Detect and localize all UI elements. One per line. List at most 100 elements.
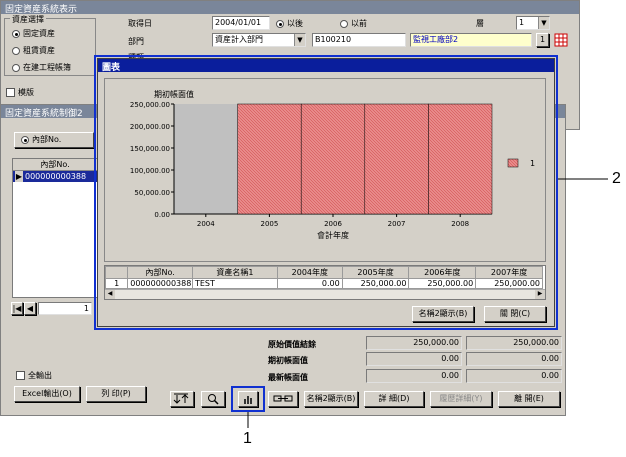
search-button[interactable] <box>201 391 225 407</box>
asset-option-construction[interactable]: 在建工程帳簿 <box>12 62 71 73</box>
search-icon <box>208 393 219 405</box>
x-tick-label: 2007 <box>388 220 406 228</box>
scroll-right-icon[interactable]: ▶ <box>535 290 545 299</box>
chart-data-table-frame: 內部No. 資產名稱1 2004年度 2005年度 2006年度 2007年度 … <box>104 265 546 300</box>
link-button[interactable] <box>268 391 298 407</box>
legend-label: 1 <box>530 159 535 168</box>
table-cell: 000000000388 <box>127 278 193 289</box>
y-tick-label: 50,000.00 <box>134 189 170 197</box>
x-tick-label: 2004 <box>197 220 215 228</box>
radio-fixed[interactable] <box>12 29 20 38</box>
radio-construction[interactable] <box>12 63 20 72</box>
sort-icon <box>173 393 189 404</box>
table-header: 2007年度 <box>475 266 543 279</box>
chart-close-button[interactable]: 關 閉(C) <box>484 306 546 322</box>
callout-label-one: 1 <box>243 430 252 447</box>
table-header: 2005年度 <box>341 266 410 279</box>
asset-option-lease[interactable]: 租賃資産 <box>12 45 55 56</box>
bar-chart: 期初帳面值 0.00 50,000.00 100,000.00 150,000.00 20… <box>130 89 535 240</box>
bar <box>364 103 429 215</box>
chart-window-title: 圖表 <box>98 59 554 73</box>
chart-name2-button[interactable]: 名稱2顯示(B) <box>412 306 474 322</box>
acq-date-label: 取得日 <box>128 19 152 28</box>
y-tick-label: 250,000.00 <box>130 101 170 109</box>
link-icon <box>273 395 293 401</box>
list-item[interactable]: ▶ 000000000388 <box>13 171 97 182</box>
detail-button[interactable]: 詳 細(D) <box>364 391 424 407</box>
main-window-title: 固定資産系統表示 <box>1 1 579 15</box>
x-axis-label: 會計年度 <box>317 230 349 240</box>
table-cell: 250,000.00 <box>475 278 543 289</box>
x-tick-label: 2006 <box>324 220 342 228</box>
acq-after-option[interactable]: 以後 <box>276 18 303 29</box>
layer-label: 層 <box>476 19 484 28</box>
chevron-down-icon[interactable]: ▼ <box>538 17 549 29</box>
y-tick-label: 200,000.00 <box>130 123 170 131</box>
legend-swatch <box>507 158 519 168</box>
chart-title: 期初帳面值 <box>154 89 194 99</box>
table-header: 內部No. <box>127 266 193 279</box>
prev-page-button[interactable]: ◀ <box>24 302 36 315</box>
radio-lease[interactable] <box>12 46 20 55</box>
first-page-button[interactable]: |◀ <box>11 302 23 315</box>
table-scrollbar[interactable]: ◀ ▶ <box>105 289 545 299</box>
asset-option-fixed[interactable]: 固定資産 <box>12 28 55 39</box>
history-detail-button[interactable]: 履歷詳細(Y) <box>430 391 492 407</box>
table-cell: 1 <box>105 278 129 289</box>
layer-select[interactable]: 1 ▼ <box>516 16 550 30</box>
bar <box>428 103 493 215</box>
table-cell: 250,000.00 <box>408 278 477 289</box>
summary-value: 0.00 <box>366 369 462 383</box>
all-output-checkbox[interactable]: 全輸出 <box>16 370 52 381</box>
acq-date-field[interactable]: 2004/01/01 <box>212 16 270 30</box>
summary-value: 0.00 <box>466 352 562 366</box>
dept-page-button[interactable]: 1 <box>536 33 549 47</box>
excel-output-button[interactable]: Excel輸出(O) <box>14 386 80 402</box>
sort-button[interactable] <box>170 391 194 407</box>
scroll-left-icon[interactable]: ◀ <box>105 290 115 299</box>
table-header <box>105 266 129 279</box>
table-header-row: 內部No. 資產名稱1 2004年度 2005年度 2006年度 2007年度 <box>105 266 543 279</box>
template-checkbox[interactable]: 模版 <box>6 87 34 98</box>
chart-icon <box>244 395 252 404</box>
y-tick-label: 0.00 <box>154 211 170 219</box>
table-header: 資產名稱1 <box>191 266 278 279</box>
x-tick-label: 2008 <box>451 220 469 228</box>
summary-value: 0.00 <box>466 369 562 383</box>
table-row[interactable]: 1 000000000388 TEST 0.00 250,000.00 250,… <box>105 278 543 289</box>
internal-no-radio[interactable]: 內部No. <box>14 132 94 148</box>
table-header: 2006年度 <box>408 266 477 279</box>
grid-icon[interactable] <box>554 33 568 47</box>
table-cell: TEST <box>191 278 278 289</box>
row-pointer-icon: ▶ <box>15 171 23 182</box>
acq-before-option[interactable]: 以前 <box>340 18 367 29</box>
chevron-down-icon[interactable]: ▼ <box>294 34 305 46</box>
y-tick-label: 100,000.00 <box>130 167 170 175</box>
callout-label-two: 2 <box>612 170 621 187</box>
record-list[interactable]: 內部No. ▶ 000000000388 <box>12 158 98 298</box>
summary-value: 0.00 <box>366 352 462 366</box>
dept-select[interactable]: 資産計入部門 ▼ <box>212 33 306 47</box>
print-button[interactable]: 列 印(P) <box>86 386 146 402</box>
close-main-button[interactable]: 離 開(E) <box>498 391 560 407</box>
dept-name-field: 監視工廠部2 <box>410 33 532 47</box>
summary-label: 原始價值結餘 <box>268 340 316 349</box>
summary-value: 250,000.00 <box>366 336 462 350</box>
chart-data-table: 內部No. 資產名稱1 2004年度 2005年度 2006年度 2007年度 … <box>105 266 543 289</box>
table-cell: 0.00 <box>276 278 343 289</box>
dept-code-field[interactable]: B100210 <box>312 33 406 47</box>
chart-button[interactable] <box>238 391 258 407</box>
asset-select-group-label: 資産選擇 <box>10 14 46 25</box>
table-cell: 250,000.00 <box>341 278 410 289</box>
name2-button[interactable]: 名稱2顯示(B) <box>304 391 358 407</box>
summary-label: 期初帳面值 <box>268 356 308 365</box>
pager-field[interactable]: 1 <box>38 302 92 315</box>
bar <box>300 103 366 215</box>
y-tick-label: 150,000.00 <box>130 145 170 153</box>
summary-value: 250,000.00 <box>466 336 562 350</box>
list-header: 內部No. <box>13 159 97 171</box>
table-header: 2004年度 <box>276 266 343 279</box>
dept-label: 部門 <box>128 37 144 46</box>
summary-label: 最新帳面值 <box>268 373 308 382</box>
bar <box>237 103 302 215</box>
